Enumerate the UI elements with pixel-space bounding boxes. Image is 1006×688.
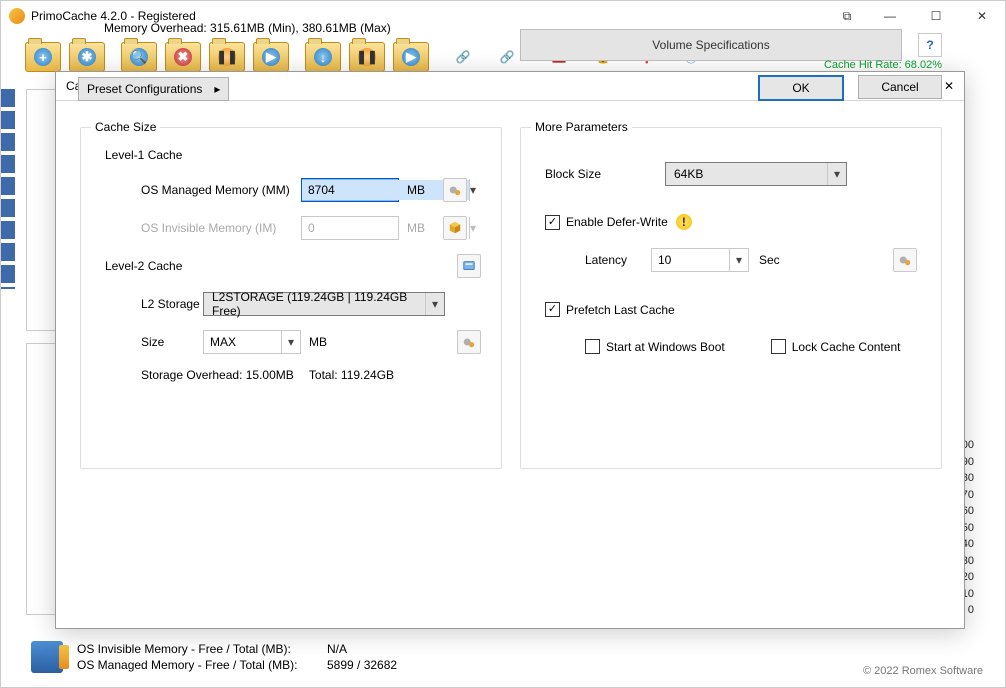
- chevron-down-icon[interactable]: ▾: [827, 163, 846, 185]
- latency-settings-icon[interactable]: [893, 248, 917, 272]
- lock-label: Lock Cache Content: [792, 340, 901, 354]
- chevron-right-icon: ▸: [214, 82, 220, 96]
- l2-storage-row: L2 Storage L2STORAGE (119.24GB | 119.24G…: [141, 292, 481, 316]
- latency-value: 10: [652, 253, 729, 267]
- bottom-row: Volume Specifications ?: [80, 29, 942, 61]
- im-label: OS Invisible Memory (IM): [141, 221, 301, 235]
- cache-hit-rate: Cache Hit Rate: 68.02%: [824, 59, 942, 71]
- maximize-button[interactable]: ☐: [913, 1, 959, 31]
- size-settings-icon[interactable]: [457, 330, 481, 354]
- mm-row: OS Managed Memory (MM) ▾ MB: [141, 178, 481, 202]
- mm-settings-icon[interactable]: [443, 178, 467, 202]
- latency-row: Latency 10 ▾ Sec: [585, 248, 917, 272]
- storage-overhead-value: Storage Overhead: 15.00MB: [141, 368, 294, 382]
- size-unit: MB: [309, 335, 333, 349]
- chevron-down-icon[interactable]: ▾: [729, 249, 748, 271]
- status-mm-label: OS Managed Memory - Free / Total (MB):: [77, 658, 327, 672]
- cancel-button[interactable]: Cancel: [858, 75, 942, 99]
- mm-label: OS Managed Memory (MM): [141, 183, 301, 197]
- prefetch-label: Prefetch Last Cache: [566, 303, 675, 317]
- close-button[interactable]: ✕: [959, 1, 1005, 31]
- prefetch-checkbox[interactable]: [545, 302, 560, 317]
- app-icon: [9, 8, 25, 24]
- help-button[interactable]: ?: [918, 33, 942, 57]
- status-line-mm: OS Managed Memory - Free / Total (MB): 5…: [77, 658, 397, 672]
- size-combo[interactable]: MAX ▾: [203, 330, 301, 354]
- im-combo: ▾: [301, 216, 399, 240]
- size-row: Size MAX ▾ MB: [141, 330, 481, 354]
- im-info-icon[interactable]: [443, 216, 467, 240]
- chevron-down-icon[interactable]: ▾: [469, 179, 476, 201]
- latency-unit: Sec: [759, 253, 780, 267]
- mm-unit: MB: [407, 183, 431, 197]
- status-im-label: OS Invisible Memory - Free / Total (MB):: [77, 642, 327, 656]
- status-bar: OS Invisible Memory - Free / Total (MB):…: [21, 633, 985, 681]
- status-im-value: N/A: [327, 642, 347, 656]
- dialog-body: Cache Size Level-1 Cache OS Managed Memo…: [56, 101, 964, 115]
- cache-size-group: Cache Size Level-1 Cache OS Managed Memo…: [80, 127, 502, 469]
- im-unit: MB: [407, 221, 431, 235]
- more-params-group: More Parameters Block Size 64KB ▾ Enable…: [520, 127, 942, 469]
- chevron-down-icon: ▾: [469, 217, 476, 239]
- status-mm-value: 5899 / 32682: [327, 658, 397, 672]
- restore-icon[interactable]: ⧉: [827, 1, 867, 31]
- latency-label: Latency: [585, 253, 651, 267]
- defer-write-row: Enable Defer-Write !: [545, 214, 917, 230]
- l2-manage-icon[interactable]: [457, 254, 481, 278]
- l2-storage-combo[interactable]: L2STORAGE (119.24GB | 119.24GB Free) ▾: [203, 292, 445, 316]
- main-window: PrimoCache 4.2.0 - Registered ⧉ — ☐ ✕ + …: [0, 0, 1006, 688]
- status-line-im: OS Invisible Memory - Free / Total (MB):…: [77, 642, 397, 656]
- im-row: OS Invisible Memory (IM) ▾ MB: [141, 216, 481, 240]
- cache-size-legend: Cache Size: [91, 120, 160, 134]
- l2-heading: Level-2 Cache: [105, 259, 457, 273]
- l2-storage-label: L2 Storage: [141, 297, 203, 311]
- left-rail: [1, 89, 15, 289]
- block-size-value: 64KB: [666, 167, 827, 181]
- preset-label: Preset Configurations: [87, 82, 202, 96]
- warning-icon: !: [676, 214, 692, 230]
- preset-config-button[interactable]: Preset Configurations ▸: [78, 77, 229, 101]
- defer-write-label: Enable Defer-Write: [566, 215, 668, 229]
- memory-icon: [31, 641, 63, 673]
- dialog-buttons: OK Cancel: [758, 75, 942, 101]
- boot-lock-row: Start at Windows Boot Lock Cache Content: [585, 339, 917, 354]
- copyright: © 2022 Romex Software: [863, 665, 983, 677]
- l2-storage-value: L2STORAGE (119.24GB | 119.24GB Free): [204, 290, 425, 318]
- l1-heading: Level-1 Cache: [105, 148, 501, 162]
- more-params-legend: More Parameters: [531, 120, 632, 134]
- volume-spec-label: Volume Specifications: [652, 38, 769, 52]
- mm-combo[interactable]: ▾: [301, 178, 399, 202]
- defer-write-checkbox[interactable]: [545, 215, 560, 230]
- block-size-combo[interactable]: 64KB ▾: [665, 162, 847, 186]
- size-value: MAX: [204, 335, 281, 349]
- storage-total-value: Total: 119.24GB: [309, 368, 394, 382]
- cache-config-dialog: Cache Configuration ⧉ ✕ Cache Size Level…: [55, 71, 965, 629]
- window-controls: ⧉ — ☐ ✕: [827, 1, 1005, 31]
- boot-checkbox[interactable]: [585, 339, 600, 354]
- cancel-label: Cancel: [881, 80, 918, 94]
- volume-spec-button[interactable]: Volume Specifications: [520, 29, 902, 61]
- storage-overhead: Storage Overhead: 15.00MB Total: 119.24G…: [141, 368, 481, 382]
- ok-label: OK: [792, 81, 809, 95]
- chevron-down-icon[interactable]: ▾: [281, 331, 300, 353]
- prefetch-row: Prefetch Last Cache: [545, 302, 917, 317]
- block-size-label: Block Size: [545, 167, 665, 181]
- ok-button[interactable]: OK: [758, 75, 844, 101]
- size-label: Size: [141, 335, 203, 349]
- minimize-button[interactable]: —: [867, 1, 913, 31]
- dialog-close-button[interactable]: ✕: [944, 79, 954, 93]
- latency-combo[interactable]: 10 ▾: [651, 248, 749, 272]
- chevron-down-icon[interactable]: ▾: [425, 293, 444, 315]
- boot-label: Start at Windows Boot: [606, 340, 725, 354]
- lock-checkbox[interactable]: [771, 339, 786, 354]
- block-size-row: Block Size 64KB ▾: [545, 162, 917, 186]
